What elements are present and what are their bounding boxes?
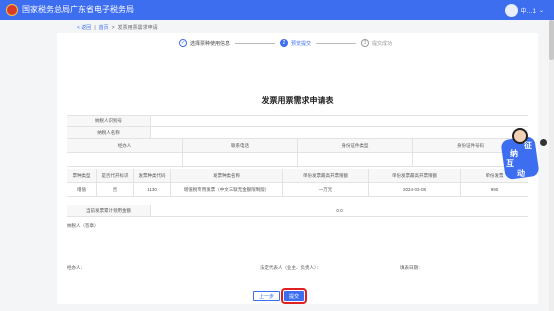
seal-label: 纳税人（签章） (67, 223, 99, 228)
user-name[interactable]: 中…1 (521, 6, 536, 15)
breadcrumb-arrow: > (111, 24, 115, 31)
widget-close-icon[interactable] (540, 139, 547, 146)
taxpayer-name-label: 纳税人名称 (67, 127, 151, 138)
invoice-type-value: 增值 (67, 183, 97, 196)
header-invoice-code: 发票种类代码 (134, 169, 171, 182)
header-operator: 经办人 (67, 139, 183, 152)
invoice-header-row: 票种类型 是否代开标识 发票种类代码 发票种类名称 单份发票最高开票限额 单份发… (67, 169, 528, 183)
contact-header-row: 经办人 联系电话 身份证件类型 身份证件号码 (67, 139, 528, 153)
proxy-flag-value: 否 (97, 183, 134, 196)
header-invoice-name: 发票种类名称 (171, 169, 283, 182)
total-row: 当前发票累计领用金额 0.0 (67, 205, 528, 217)
header-phone: 联系电话 (183, 139, 298, 152)
widget-char[interactable]: 动 (517, 168, 525, 179)
site-title: 国家税务总局广东省电子税务局 (22, 5, 134, 14)
widget-char[interactable]: 征 (524, 140, 532, 151)
limit-value: 一万元 (283, 183, 369, 196)
step-connector (235, 42, 276, 44)
step-connector (316, 42, 357, 44)
header-limit-2: 单份发票最高开票限额 (369, 169, 461, 182)
taxpayer-name-value (151, 127, 528, 138)
action-buttons: 上一步 提交 (253, 288, 308, 304)
header-invoice-type: 票种类型 (67, 169, 97, 182)
scrollbar[interactable] (549, 20, 554, 311)
last-value: 990 (490, 187, 499, 192)
taxpayer-id-row: 纳税人识别号 (67, 115, 528, 127)
step-label: 预览提交 (291, 40, 312, 47)
step-number: 2 (280, 39, 289, 47)
top-bar: 国家税务总局广东省电子税务局 中…1 ⌄ (0, 0, 554, 20)
total-label: 当前发票累计领用金额 (67, 205, 151, 216)
avatar[interactable] (504, 3, 518, 17)
header-id-type: 身份证件类型 (298, 139, 413, 152)
header-proxy-flag: 是否代开标识 (97, 169, 134, 182)
user-menu[interactable]: 中…1 ⌄ (504, 3, 544, 17)
back-link[interactable]: < 返回 (77, 24, 91, 31)
taxpayer-name-row: 纳税人名称 (67, 127, 528, 139)
widget-char[interactable]: 互 (506, 158, 514, 169)
step-label: 选择票种使用信息 (190, 40, 231, 47)
contact-value-row (67, 153, 528, 167)
submit-button[interactable]: 提交 (281, 288, 308, 304)
operator-value (67, 153, 183, 166)
step-submit-success: 3 提交成功 (361, 39, 392, 47)
breadcrumb: < 返回 | 首页 > 发票用票需求申请 (77, 24, 158, 32)
chevron-down-icon[interactable]: ⌄ (539, 7, 544, 14)
step-preview-submit: 2 预览提交 (280, 39, 311, 47)
header-limit: 单份发票最高开票限额 (283, 169, 369, 182)
breadcrumb-separator: | (94, 24, 96, 31)
sign-legal-rep: 法定代表人（业主、负责人）： (260, 265, 321, 270)
date-value: 2024-03-08 (369, 183, 461, 196)
sign-operator: 经办人： (67, 265, 85, 270)
breadcrumb-current: 发票用票需求申请 (117, 25, 158, 31)
step-check-icon: ✓ (179, 39, 187, 47)
invoice-row: 增值 否 1130 增值税专用发票（中文三联无金额限制版） 一万元 2024-0… (67, 183, 528, 197)
total-value: 0.0 (336, 208, 343, 213)
sign-date: 填表日期： (400, 265, 423, 270)
id-type-value (298, 153, 413, 166)
interaction-widget[interactable]: 征 纳 互 动 (500, 128, 540, 182)
main-panel: ✓ 选择票种使用信息 2 预览提交 3 提交成功 发票用票需求申请表 纳税人识别… (57, 33, 538, 304)
phone-value (183, 153, 298, 166)
invoice-code-value: 1130 (134, 183, 171, 196)
tax-bureau-logo-icon (6, 4, 18, 16)
form-title: 发票用票需求申请表 (261, 96, 334, 105)
step-select-invoice-info: ✓ 选择票种使用信息 (179, 39, 230, 47)
step-label: 提交成功 (372, 40, 393, 47)
taxpayer-id-label: 纳税人识别号 (67, 116, 151, 126)
progress-steps: ✓ 选择票种使用信息 2 预览提交 3 提交成功 (179, 38, 392, 48)
invoice-name-value: 增值税专用发票（中文三联无金额限制版） (171, 183, 283, 196)
prev-step-button[interactable]: 上一步 (253, 291, 281, 301)
breadcrumb-home[interactable]: 首页 (99, 24, 109, 31)
taxpayer-id-value (151, 116, 528, 126)
step-number: 3 (361, 39, 370, 47)
scrollbar-thumb[interactable] (549, 20, 554, 60)
